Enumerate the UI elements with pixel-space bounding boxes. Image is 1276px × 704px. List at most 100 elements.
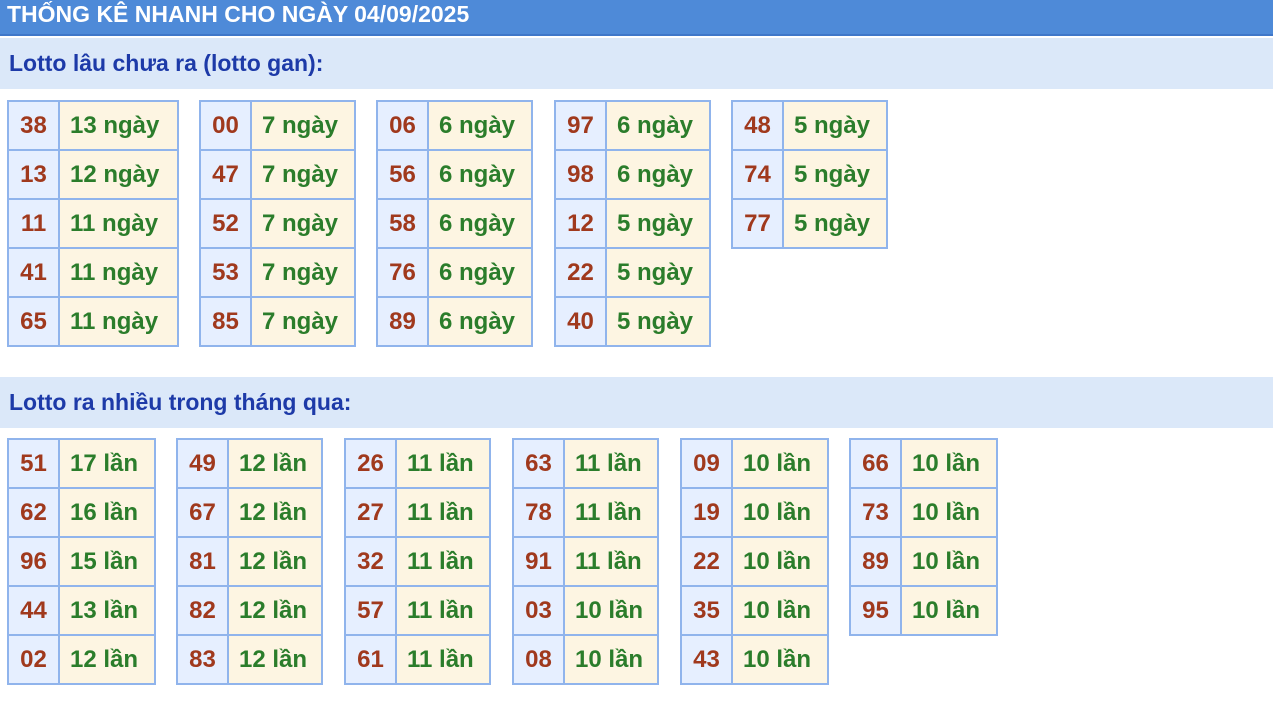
frequent-row: 03 10 lần xyxy=(512,585,659,636)
times-appeared: 10 lần xyxy=(731,536,829,587)
frequent-column-table: 49 12 lần 67 12 lần 81 12 lần 82 12 lần 83 12 lần xyxy=(176,438,323,685)
lotto-number: 73 xyxy=(849,487,902,538)
times-appeared: 11 lần xyxy=(395,634,491,685)
times-appeared: 11 lần xyxy=(395,487,491,538)
days-absent: 11 ngày xyxy=(58,247,179,298)
frequent-row: 22 10 lần xyxy=(680,536,829,587)
days-absent: 6 ngày xyxy=(427,296,533,347)
frequent-row: 96 15 lần xyxy=(7,536,156,587)
stats-page: THỐNG KÊ NHANH CHO NGÀY 04/09/2025 Lotto… xyxy=(0,0,1276,704)
gan-row: 00 7 ngày xyxy=(199,100,356,151)
lotto-number: 43 xyxy=(680,634,733,685)
gan-row: 77 5 ngày xyxy=(731,198,888,249)
days-absent: 6 ngày xyxy=(427,247,533,298)
lotto-number: 83 xyxy=(176,634,229,685)
gan-row: 76 6 ngày xyxy=(376,247,533,298)
lotto-number: 22 xyxy=(680,536,733,587)
times-appeared: 17 lần xyxy=(58,438,156,489)
lotto-number: 49 xyxy=(176,438,229,489)
frequent-column-table: 51 17 lần 62 16 lần 96 15 lần 44 13 lần 02 12 lần xyxy=(7,438,156,685)
gan-row: 85 7 ngày xyxy=(199,296,356,347)
gan-row: 47 7 ngày xyxy=(199,149,356,200)
gan-column-table: 06 6 ngày 56 6 ngày 58 6 ngày 76 6 ngày 89 6 ngày xyxy=(376,100,533,347)
lotto-number: 96 xyxy=(7,536,60,587)
times-appeared: 10 lần xyxy=(900,438,998,489)
frequent-row: 89 10 lần xyxy=(849,536,998,587)
lotto-number: 65 xyxy=(7,296,60,347)
times-appeared: 12 lần xyxy=(227,536,323,587)
times-appeared: 13 lần xyxy=(58,585,156,636)
lotto-number: 89 xyxy=(376,296,429,347)
days-absent: 6 ngày xyxy=(605,149,711,200)
lotto-number: 61 xyxy=(344,634,397,685)
times-appeared: 12 lần xyxy=(227,438,323,489)
gan-row: 74 5 ngày xyxy=(731,149,888,200)
lotto-number: 00 xyxy=(199,100,252,151)
gan-row: 22 5 ngày xyxy=(554,247,711,298)
frequent-row: 35 10 lần xyxy=(680,585,829,636)
frequent-row: 27 11 lần xyxy=(344,487,491,538)
lotto-number: 76 xyxy=(376,247,429,298)
frequent-row: 19 10 lần xyxy=(680,487,829,538)
times-appeared: 10 lần xyxy=(563,634,659,685)
frequent-row: 95 10 lần xyxy=(849,585,998,636)
gan-column-table: 00 7 ngày 47 7 ngày 52 7 ngày 53 7 ngày 85 7 ngày xyxy=(199,100,356,347)
lotto-number: 56 xyxy=(376,149,429,200)
days-absent: 7 ngày xyxy=(250,149,356,200)
frequent-row: 32 11 lần xyxy=(344,536,491,587)
lotto-number: 95 xyxy=(849,585,902,636)
frequent-column-table: 66 10 lần 73 10 lần 89 10 lần 95 10 lần xyxy=(849,438,998,636)
days-absent: 7 ngày xyxy=(250,100,356,151)
gan-row: 58 6 ngày xyxy=(376,198,533,249)
frequent-row: 67 12 lần xyxy=(176,487,323,538)
days-absent: 5 ngày xyxy=(605,247,711,298)
lotto-number: 09 xyxy=(680,438,733,489)
times-appeared: 12 lần xyxy=(227,585,323,636)
gan-row: 56 6 ngày xyxy=(376,149,533,200)
gan-column-table: 48 5 ngày 74 5 ngày 77 5 ngày xyxy=(731,100,888,249)
lotto-number: 58 xyxy=(376,198,429,249)
times-appeared: 10 lần xyxy=(731,438,829,489)
gan-section-title: Lotto lâu chưa ra (lotto gan): xyxy=(0,38,1273,89)
times-appeared: 12 lần xyxy=(227,634,323,685)
days-absent: 12 ngày xyxy=(58,149,179,200)
lotto-number: 81 xyxy=(176,536,229,587)
frequent-row: 51 17 lần xyxy=(7,438,156,489)
lotto-number: 98 xyxy=(554,149,607,200)
lotto-number: 02 xyxy=(7,634,60,685)
lotto-number: 08 xyxy=(512,634,565,685)
frequent-row: 73 10 lần xyxy=(849,487,998,538)
days-absent: 5 ngày xyxy=(605,198,711,249)
frequent-row: 63 11 lần xyxy=(512,438,659,489)
lotto-number: 53 xyxy=(199,247,252,298)
lotto-number: 47 xyxy=(199,149,252,200)
lotto-number: 48 xyxy=(731,100,784,151)
gan-row: 89 6 ngày xyxy=(376,296,533,347)
lotto-number: 22 xyxy=(554,247,607,298)
days-absent: 5 ngày xyxy=(782,198,888,249)
frequent-row: 09 10 lần xyxy=(680,438,829,489)
times-appeared: 10 lần xyxy=(731,487,829,538)
frequent-row: 66 10 lần xyxy=(849,438,998,489)
frequent-row: 61 11 lần xyxy=(344,634,491,685)
times-appeared: 10 lần xyxy=(900,487,998,538)
lotto-number: 40 xyxy=(554,296,607,347)
gan-row: 40 5 ngày xyxy=(554,296,711,347)
frequent-row: 62 16 lần xyxy=(7,487,156,538)
lotto-number: 74 xyxy=(731,149,784,200)
frequent-row: 02 12 lần xyxy=(7,634,156,685)
times-appeared: 10 lần xyxy=(563,585,659,636)
frequent-row: 08 10 lần xyxy=(512,634,659,685)
gan-row: 65 11 ngày xyxy=(7,296,179,347)
lotto-number: 82 xyxy=(176,585,229,636)
lotto-number: 32 xyxy=(344,536,397,587)
gan-row: 48 5 ngày xyxy=(731,100,888,151)
times-appeared: 15 lần xyxy=(58,536,156,587)
lotto-number: 85 xyxy=(199,296,252,347)
frequent-row: 81 12 lần xyxy=(176,536,323,587)
lotto-number: 11 xyxy=(7,198,60,249)
gan-row: 13 12 ngày xyxy=(7,149,179,200)
days-absent: 6 ngày xyxy=(427,149,533,200)
lotto-number: 19 xyxy=(680,487,733,538)
frequent-row: 91 11 lần xyxy=(512,536,659,587)
